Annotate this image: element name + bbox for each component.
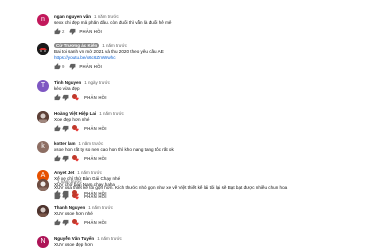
dislike-icon[interactable] — [61, 193, 72, 200]
comment-text: Xoe đẹp hơn nhé — [54, 117, 90, 122]
comment-actions: 2 PHẢN HỒI — [54, 27, 354, 35]
like-icon[interactable] — [54, 27, 61, 35]
comment-actions: PHẢN HỒI — [54, 154, 354, 162]
creator-heart — [72, 154, 79, 162]
comment-time[interactable]: 1 năm trước — [102, 43, 127, 48]
author-name[interactable]: Thanh Nguyen — [54, 205, 85, 210]
comment-text: kèo vừa đẹp — [54, 86, 80, 91]
comment-text: XUV xsoe đẹp hơn — [54, 242, 93, 247]
reply-button[interactable]: PHẢN HỒI — [84, 220, 107, 225]
comment-time[interactable]: 1 năm trước — [79, 141, 104, 146]
avatar[interactable] — [37, 205, 49, 217]
comment-time[interactable]: 1 năm trước — [99, 111, 124, 116]
comment-time[interactable]: 1 năm trước — [88, 205, 113, 210]
author-name[interactable]: kotter lam — [54, 141, 76, 146]
heart-icon — [75, 158, 79, 162]
heart-icon — [75, 222, 79, 226]
dislike-icon[interactable] — [68, 63, 79, 70]
comment-actions: PHẢN HỒI — [54, 93, 354, 101]
reply-button[interactable]: PHẢN HỒI — [79, 29, 102, 34]
creator-heart — [72, 124, 79, 132]
like-icon[interactable] — [54, 93, 61, 101]
avatar[interactable]: k — [37, 141, 49, 153]
comment-time[interactable]: 1 ngày trước — [84, 80, 110, 85]
reply-button[interactable]: PHẢN HỒI — [84, 95, 107, 100]
comment-time[interactable]: 1 năm trước — [97, 236, 122, 241]
reply-button[interactable]: PHẢN HỒI — [79, 64, 102, 69]
photo-avatar-icon — [37, 179, 49, 191]
dislike-icon[interactable] — [61, 94, 72, 101]
like-count: 2 — [62, 28, 65, 34]
avatar[interactable] — [37, 43, 49, 55]
comment-actions: 9 PHẢN HỒI — [54, 62, 354, 70]
avatar[interactable]: n — [37, 14, 49, 26]
creator-heart — [72, 93, 79, 101]
heart-icon — [75, 97, 79, 101]
like-icon[interactable] — [54, 192, 61, 200]
avatar[interactable] — [37, 179, 49, 191]
comment-time[interactable]: 1 năm trước — [57, 179, 82, 184]
dislike-icon[interactable] — [61, 219, 72, 226]
like-icon[interactable] — [54, 218, 61, 226]
comment-time[interactable]: 1 năm trước — [77, 170, 102, 175]
author-name[interactable]: Anyet Jet — [54, 170, 74, 175]
photo-avatar-icon — [37, 111, 49, 123]
reply-button[interactable]: PHẢN HỒI — [84, 126, 107, 131]
comment-text: XUV xsoe hơn nhé — [54, 211, 93, 216]
author-name[interactable]: Hoàng Việt Hiệp Lai — [54, 111, 96, 116]
dislike-icon[interactable] — [68, 28, 79, 35]
comment-time[interactable]: 1 năm trước — [94, 14, 119, 19]
author-name[interactable]: Cử Trương ác Kiến — [54, 43, 100, 48]
author-name[interactable]: Nguyễn Văn Tuyển — [54, 236, 94, 241]
dislike-icon[interactable] — [61, 125, 72, 132]
comment-link[interactable]: https://youtu.be/x6c6ZmWwhc — [54, 55, 354, 61]
dislike-icon[interactable] — [61, 155, 72, 162]
reply-button[interactable]: PHẢN HỒI — [84, 194, 107, 199]
creator-heart — [72, 192, 79, 200]
creator-heart — [72, 218, 79, 226]
comment-actions: PHẢN HỒI — [54, 124, 354, 132]
like-icon[interactable] — [54, 154, 61, 162]
photo-avatar-icon — [37, 205, 49, 217]
reply-button[interactable]: PHẢN HỒI — [84, 156, 107, 161]
car-avatar-icon — [37, 43, 49, 55]
comment-text: XUV xsa thiết kế tôi gọn hơn. Kích thước… — [54, 185, 288, 190]
like-icon[interactable] — [54, 124, 61, 132]
avatar[interactable]: N — [37, 236, 49, 248]
like-count: 9 — [62, 63, 65, 69]
heart-icon — [75, 196, 79, 200]
comment-text: xsoe hon rất ty so nen cao hon thì kho n… — [54, 147, 174, 152]
comment-text: sexx chi đẹp mả phăn đâu. còn đuổi thì v… — [54, 20, 172, 25]
avatar[interactable]: T — [37, 80, 49, 92]
author-name[interactable]: Tình Nguyen — [54, 80, 81, 85]
like-icon[interactable] — [54, 63, 61, 70]
heart-icon — [75, 128, 79, 132]
comment-actions: PHẢN HỒI — [54, 192, 354, 200]
comment-actions: PHẢN HỒI — [54, 218, 354, 226]
author-name[interactable]: ngan nguyen vǎn — [54, 14, 91, 19]
avatar[interactable] — [37, 111, 49, 123]
